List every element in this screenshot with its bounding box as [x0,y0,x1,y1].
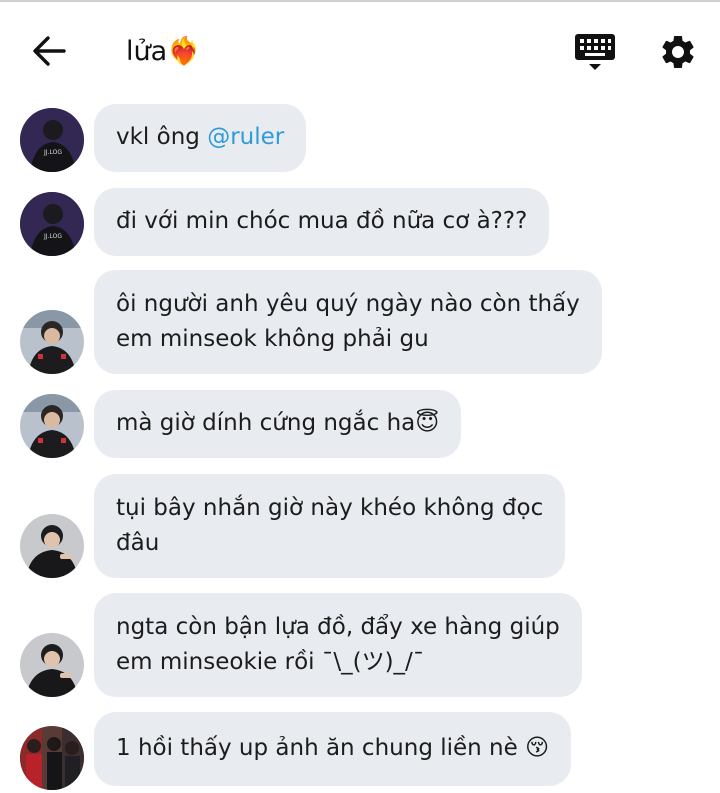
message-text: mà giờ dính cứng ngắc ha😇 [116,410,440,436]
message-bubble[interactable]: ôi người anh yêu quý ngày nào còn thấy e… [94,270,602,374]
message-bubble[interactable]: tụi bây nhắn giờ này khéo không đọc đâu [94,474,566,578]
message-list[interactable]: JJ.LOG vkl ông @ruler JJ.LOG đi với min … [0,0,720,793]
message-bubble[interactable]: đi với min chóc mua đồ nữa cơ à??? [94,188,550,256]
avatar-user-a[interactable]: JJ.LOG [20,108,84,172]
mention-link[interactable]: @ruler [207,124,284,150]
avatar-user-c[interactable] [20,633,84,697]
message-text: đâu [116,530,160,556]
avatar-user-b[interactable] [20,310,84,374]
message-text: tụi bây nhắn giờ này khéo không đọc [116,495,544,521]
message-row: tụi bây nhắn giờ này khéo không đọc đâu [20,474,700,580]
message-text: ôi người anh yêu quý ngày nào còn thấy [116,291,580,317]
message-text: ngta còn bận lựa đồ, đẩy xe hàng giúp [116,614,560,640]
message-row: JJ.LOG vkl ông @ruler [20,104,700,174]
message-row: ôi người anh yêu quý ngày nào còn thấy e… [20,270,700,376]
message-bubble[interactable]: vkl ông @ruler [94,104,307,172]
message-row: 1 hồi thấy up ảnh ăn chung liền nè 😚 [20,712,700,790]
avatar-user-c[interactable] [20,514,84,578]
message-text: đi với min chóc mua đồ nữa cơ à??? [116,208,528,234]
message-text: vkl ông [116,124,208,150]
message-row: ngta còn bận lựa đồ, đẩy xe hàng giúp em… [20,593,700,699]
message-bubble[interactable]: mà giờ dính cứng ngắc ha😇 [94,390,462,458]
message-row: mà giờ dính cứng ngắc ha😇 [20,390,700,460]
message-text: em minseok không phải gu [116,326,429,352]
message-text: em minseokie rồi ¯\_(ツ)_/¯ [116,649,425,675]
message-row: JJ.LOG đi với min chóc mua đồ nữa cơ à??… [20,188,700,258]
message-bubble[interactable]: ngta còn bận lựa đồ, đẩy xe hàng giúp em… [94,593,582,697]
avatar-user-a[interactable]: JJ.LOG [20,192,84,256]
avatar-user-d[interactable] [20,726,84,790]
svg-text:JJ.LOG: JJ.LOG [43,149,62,156]
svg-text:JJ.LOG: JJ.LOG [43,233,62,240]
avatar-user-b[interactable] [20,394,84,458]
message-bubble[interactable]: 1 hồi thấy up ảnh ăn chung liền nè 😚 [94,712,572,786]
message-text: 1 hồi thấy up ảnh ăn chung liền nè 😚 [116,735,550,761]
